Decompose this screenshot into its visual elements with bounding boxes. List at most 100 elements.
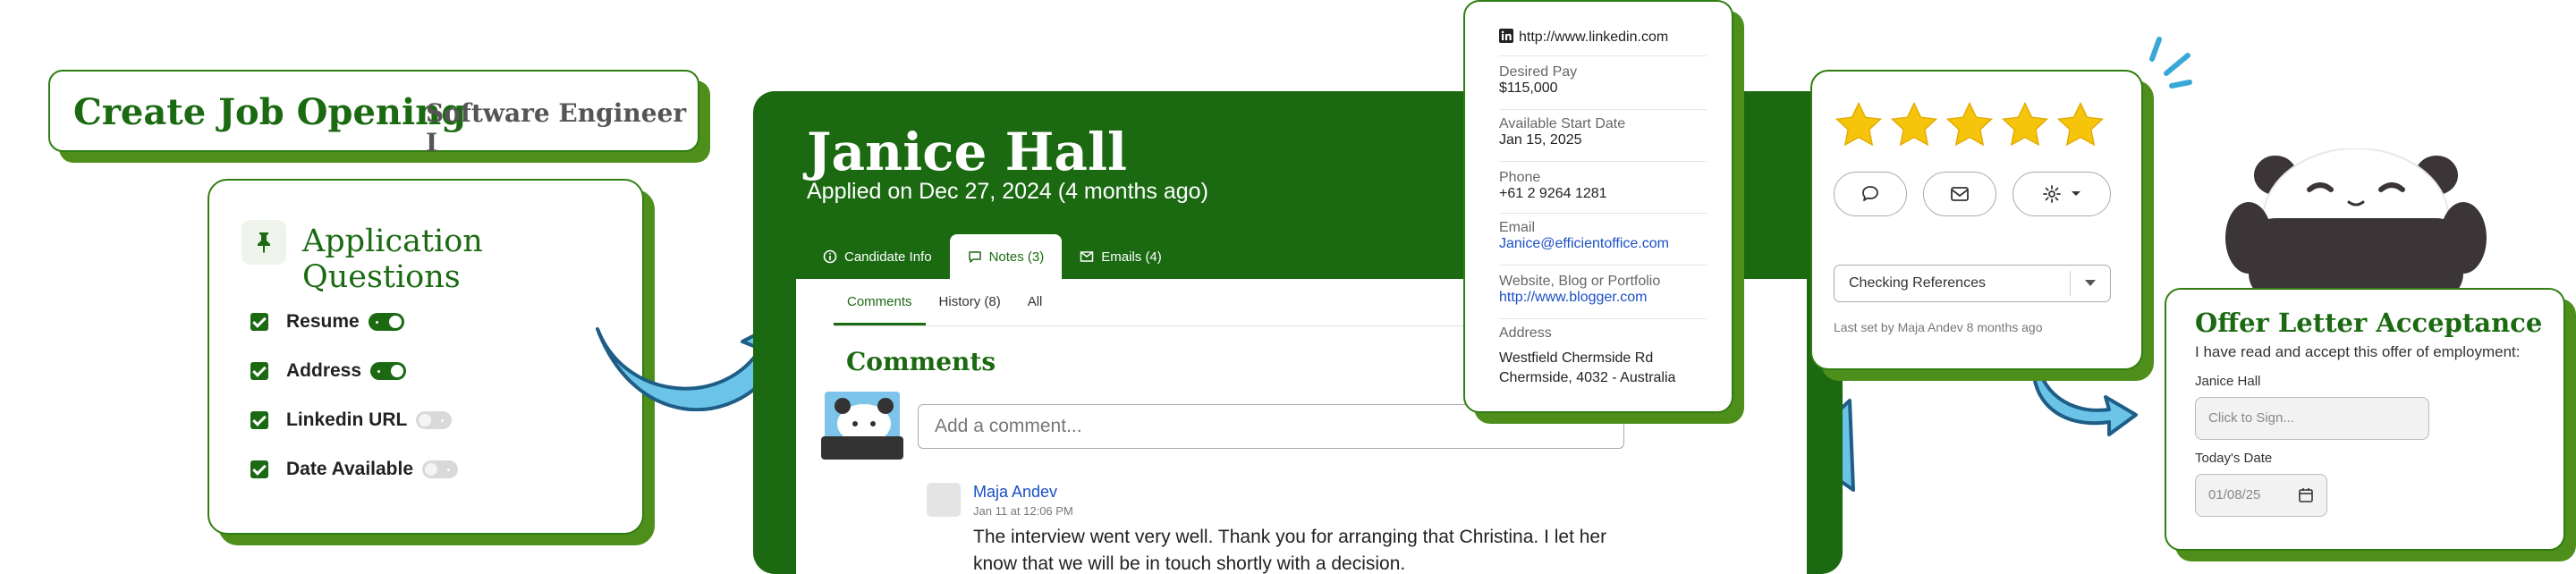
comment-text: The interview went very well. Thank you … <box>973 527 1607 574</box>
application-questions-title: Application Questions <box>302 224 483 295</box>
pin-icon <box>242 220 286 265</box>
address-toggle[interactable] <box>370 362 407 380</box>
star-icon[interactable] <box>2055 100 2106 150</box>
tab-emails[interactable]: Emails (4) <box>1062 234 1180 279</box>
comment-time: Jan 11 at 12:06 PM <box>973 504 1073 518</box>
candidate-tabs: Candidate Info Notes (3) Emails (4) <box>805 234 1180 279</box>
resume-checkbox[interactable] <box>250 313 268 331</box>
todays-date-label: Today's Date <box>2195 451 2273 466</box>
divider <box>1499 161 1707 162</box>
rating-card: Checking References Last set by Maja And… <box>1810 70 2143 370</box>
start-date-label: Available Start Date <box>1499 116 1626 131</box>
job-opening-subtitle: Software Engineer I <box>426 98 687 157</box>
last-set-note: Last set by Maja Andev 8 months ago <box>1834 320 2043 334</box>
linkedin-row[interactable]: http://www.linkedin.com <box>1499 29 1705 46</box>
question-address: Address <box>250 358 407 384</box>
question-label: Address <box>286 360 362 381</box>
desired-pay-value: $115,000 <box>1499 80 1558 96</box>
address-label: Address <box>1499 325 1552 341</box>
star-icon[interactable] <box>1889 100 1939 150</box>
date-available-checkbox[interactable] <box>250 460 268 478</box>
divider <box>1499 109 1707 110</box>
divider <box>1499 213 1707 214</box>
mail-icon <box>1080 251 1094 262</box>
mail-icon <box>1951 187 1969 201</box>
candidate-info-popup: http://www.linkedin.com Desired Pay $115… <box>1463 0 1733 413</box>
subtab-history[interactable]: History (8) <box>926 279 1014 325</box>
date-value: 01/08/25 <box>2208 487 2261 502</box>
address-line-2: Chermside, 4032 - Australia <box>1499 370 1676 385</box>
date-field[interactable]: 01/08/25 <box>2195 474 2327 517</box>
calendar-icon[interactable] <box>2298 487 2314 503</box>
offer-letter-card: Offer Letter Acceptance I have read and … <box>2165 288 2565 551</box>
linkedin-icon <box>1499 29 1513 43</box>
divider <box>1499 55 1707 56</box>
tab-candidate-info[interactable]: Candidate Info <box>805 234 950 279</box>
star-icon[interactable] <box>1834 100 1884 150</box>
email-row: Email Janice@efficientoffice.com <box>1499 220 1705 252</box>
website-link[interactable]: http://www.blogger.com <box>1499 290 1647 305</box>
phone-label: Phone <box>1499 170 1541 185</box>
subtab-all[interactable]: All <box>1014 279 1056 325</box>
tab-label: Notes (3) <box>988 249 1045 265</box>
date-available-toggle[interactable] <box>422 460 459 478</box>
tab-label: Candidate Info <box>844 249 932 265</box>
start-date-value: Jan 15, 2025 <box>1499 132 1582 148</box>
subtab-comments[interactable]: Comments <box>834 279 926 325</box>
panda-mascot-icon <box>2225 148 2487 300</box>
email-link[interactable]: Janice@efficientoffice.com <box>1499 236 1669 251</box>
sparkle-icon <box>2149 37 2192 89</box>
offer-letter-title: Offer Letter Acceptance <box>2195 308 2543 338</box>
chevron-down-icon <box>2085 280 2096 286</box>
comment-author[interactable]: Maja Andev <box>973 483 1057 502</box>
address-checkbox[interactable] <box>250 362 268 380</box>
divider <box>1499 265 1707 266</box>
linkedin-url-toggle[interactable] <box>416 411 453 429</box>
question-label: Linkedin URL <box>286 409 408 430</box>
settings-dropdown-button[interactable] <box>2012 172 2111 216</box>
comment-button[interactable] <box>1834 172 1907 216</box>
question-label: Date Available <box>286 459 414 479</box>
linkedin-url: http://www.linkedin.com <box>1519 30 1669 45</box>
info-icon <box>823 249 837 264</box>
question-linkedin-url: Linkedin URL <box>250 407 453 434</box>
question-date-available: Date Available <box>250 456 459 483</box>
divider <box>2070 271 2071 296</box>
start-date-row: Available Start Date Jan 15, 2025 <box>1499 116 1705 148</box>
desired-pay-row: Desired Pay $115,000 <box>1499 64 1705 97</box>
status-select[interactable]: Checking References <box>1834 265 2111 302</box>
signature-field[interactable]: Click to Sign... <box>2195 397 2429 440</box>
job-opening-title: Create Job Opening <box>73 91 467 133</box>
question-resume: Resume <box>250 308 404 335</box>
tab-notes[interactable]: Notes (3) <box>949 234 1063 279</box>
address-row: Address Westfield Chermside Rd Chermside… <box>1499 325 1705 386</box>
email-button[interactable] <box>1923 172 1996 216</box>
star-icon[interactable] <box>2000 100 2050 150</box>
candidate-name: Janice Hall <box>807 122 1128 182</box>
comments-heading: Comments <box>846 347 996 376</box>
job-opening-card: Create Job Opening Software Engineer I <box>48 70 699 157</box>
offer-letter-description: I have read and accept this offer of emp… <box>2195 343 2521 360</box>
gear-icon <box>2043 185 2061 203</box>
panda-mascot-icon <box>821 392 903 460</box>
avatar <box>927 483 961 517</box>
phone-row: Phone +61 2 9264 1281 <box>1499 170 1705 202</box>
website-label: Website, Blog or Portfolio <box>1499 274 1661 289</box>
website-row: Website, Blog or Portfolio http://www.bl… <box>1499 274 1705 306</box>
desired-pay-label: Desired Pay <box>1499 64 1578 80</box>
status-value: Checking References <box>1849 275 1986 291</box>
notes-subtabs: Comments History (8) All <box>834 279 1522 326</box>
phone-value: +61 2 9264 1281 <box>1499 186 1607 201</box>
linkedin-url-checkbox[interactable] <box>250 411 268 429</box>
star-icon[interactable] <box>1945 100 1995 150</box>
signer-name-label: Janice Hall <box>2195 374 2261 389</box>
resume-toggle[interactable] <box>368 313 404 331</box>
applied-date: Applied on Dec 27, 2024 (4 months ago) <box>807 179 1208 204</box>
address-line-1: Westfield Chermside Rd <box>1499 350 1654 366</box>
caret-down-icon <box>2072 191 2080 196</box>
chat-bubble-icon <box>1862 186 1878 201</box>
application-questions-card: Application Questions Resume Address Lin… <box>208 179 644 535</box>
star-rating[interactable] <box>1834 100 2106 150</box>
tab-label: Emails (4) <box>1101 249 1162 265</box>
question-label: Resume <box>286 311 360 332</box>
